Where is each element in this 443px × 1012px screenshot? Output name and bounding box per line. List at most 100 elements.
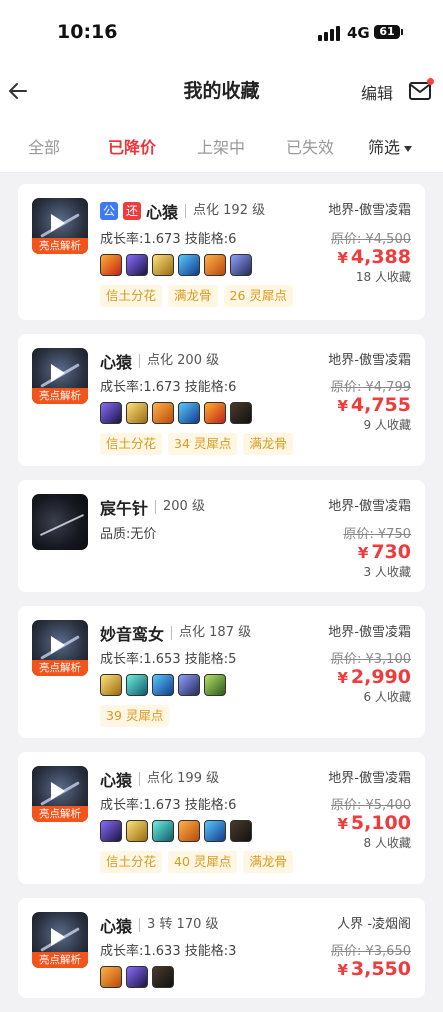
item-name: 心猿 bbox=[146, 203, 179, 222]
feature-chip: 26 灵犀点 bbox=[223, 285, 293, 307]
item-name: 心猿 bbox=[100, 353, 133, 372]
skill-fire-icon bbox=[100, 254, 122, 276]
skill-orange-icon bbox=[178, 820, 200, 842]
skill-blue-icon bbox=[152, 674, 174, 696]
feature-chips: 39 灵犀点 bbox=[100, 705, 170, 727]
item-attributes: 成长率:1.673 技能格:6 bbox=[100, 380, 237, 395]
favorite-count: 8 人收藏 bbox=[363, 836, 411, 850]
item-title-row: 公还心猿 点化 192 级 bbox=[100, 199, 265, 223]
item-level: 点化 192 级 bbox=[185, 204, 265, 218]
item-title-row: 心猿 3 转 170 级 bbox=[100, 913, 219, 937]
tab-on-sale[interactable]: 上架中 bbox=[197, 134, 245, 158]
skill-icons bbox=[100, 402, 252, 424]
item-name: 宸午针 bbox=[100, 499, 149, 518]
skill-storm-icon bbox=[230, 254, 252, 276]
skill-cyan-icon bbox=[152, 820, 174, 842]
skill-cyan-icon bbox=[126, 674, 148, 696]
tab-bar: 全部 已降价 上架中 已失效 筛选 bbox=[0, 118, 443, 173]
item-name: 心猿 bbox=[100, 771, 133, 790]
highlight-badge: 亮点解析 bbox=[32, 952, 88, 968]
favorites-list: 亮点解析公还心猿 点化 192 级成长率:1.673 技能格:6 信土分花 满龙骨 26… bbox=[18, 184, 425, 1012]
listing-card[interactable]: 亮点解析 心猿 3 转 170 级成长率:1.633 技能格:3 人界 -凌烟阁 原价:… bbox=[18, 898, 425, 998]
skill-icons bbox=[100, 674, 226, 696]
current-price: ¥4,755 bbox=[337, 394, 411, 416]
server-name: 地界-傲雪凌霜 bbox=[328, 625, 411, 640]
play-icon bbox=[51, 636, 65, 654]
feature-chip: 满龙骨 bbox=[243, 851, 293, 873]
tab-price-drop[interactable]: 已降价 bbox=[108, 134, 156, 158]
item-thumbnail[interactable]: 亮点解析 bbox=[32, 766, 88, 822]
battery-icon: 61 bbox=[374, 25, 403, 39]
item-attributes: 成长率:1.673 技能格:6 bbox=[100, 798, 237, 813]
listing-card[interactable]: 亮点解析 心猿 点化 200 级成长率:1.673 技能格:6 信土分花 34 灵犀点满… bbox=[18, 334, 425, 466]
item-attributes: 成长率:1.653 技能格:5 bbox=[100, 652, 237, 667]
skill-star-icon bbox=[126, 254, 148, 276]
skill-icons bbox=[100, 966, 174, 988]
highlight-badge: 亮点解析 bbox=[32, 238, 88, 254]
current-price: ¥4,388 bbox=[337, 246, 411, 268]
listing-card[interactable]: 亮点解析 心猿 点化 199 级成长率:1.673 技能格:6 信土分花 40 灵犀点满… bbox=[18, 752, 425, 884]
skill-dark-icon bbox=[230, 820, 252, 842]
status-bar: 10:16 4G 61 bbox=[0, 0, 443, 64]
skill-fire-icon bbox=[204, 402, 226, 424]
original-price: 原价: ¥750 bbox=[343, 527, 411, 542]
skill-storm-icon bbox=[178, 674, 200, 696]
skill-orange-icon bbox=[204, 254, 226, 276]
nav-bar: 我的收藏 编辑 bbox=[0, 64, 443, 118]
item-level: 200 级 bbox=[155, 500, 205, 514]
feature-chips: 信土分花 满龙骨 26 灵犀点 bbox=[100, 285, 293, 307]
listing-card[interactable]: 亮点解析 妙音鸾女 点化 187 级成长率:1.653 技能格:5 39 灵犀点 地界-… bbox=[18, 606, 425, 738]
original-price: 原价: ¥3,650 bbox=[331, 944, 411, 959]
item-title-row: 宸午针 200 级 bbox=[100, 495, 205, 519]
favorite-count: 18 人收藏 bbox=[355, 270, 411, 284]
highlight-badge: 亮点解析 bbox=[32, 388, 88, 404]
item-title-row: 心猿 点化 200 级 bbox=[100, 349, 219, 373]
highlight-badge: 亮点解析 bbox=[32, 660, 88, 676]
skill-star-icon bbox=[100, 402, 122, 424]
favorite-count: 6 人收藏 bbox=[363, 690, 411, 704]
play-icon bbox=[51, 214, 65, 232]
tab-all[interactable]: 全部 bbox=[28, 134, 60, 158]
item-thumbnail[interactable]: 亮点解析 bbox=[32, 198, 88, 254]
tab-expired[interactable]: 已失效 bbox=[286, 134, 334, 158]
listing-card[interactable]: 亮点解析公还心猿 点化 192 级成长率:1.673 技能格:6 信土分花 满龙骨 26… bbox=[18, 184, 425, 320]
favorite-count: 9 人收藏 bbox=[363, 418, 411, 432]
current-price: ¥2,990 bbox=[337, 666, 411, 688]
skill-blue-icon bbox=[178, 402, 200, 424]
filter-label: 筛选 bbox=[368, 138, 401, 157]
tag-badge: 公 bbox=[100, 202, 118, 220]
skill-dark-icon bbox=[230, 402, 252, 424]
feature-chips: 信土分花 40 灵犀点 满龙骨 bbox=[100, 851, 293, 873]
server-name: 地界-傲雪凌霜 bbox=[328, 499, 411, 514]
item-thumbnail[interactable]: 亮点解析 bbox=[32, 620, 88, 676]
item-thumbnail[interactable]: 亮点解析 bbox=[32, 348, 88, 404]
item-attributes: 成长率:1.673 技能格:6 bbox=[100, 232, 237, 247]
skill-gold-icon bbox=[126, 402, 148, 424]
item-title-row: 妙音鸾女 点化 187 级 bbox=[100, 621, 251, 645]
tab-filter[interactable]: 筛选 bbox=[368, 134, 413, 158]
listing-card[interactable]: 宸午针 200 级品质:无价 地界-傲雪凌霜原价: ¥750 ¥730 3 人收藏 bbox=[18, 480, 425, 592]
skill-star-icon bbox=[100, 820, 122, 842]
play-icon bbox=[51, 782, 65, 800]
signal-icon bbox=[318, 26, 340, 41]
feature-chip: 39 灵犀点 bbox=[100, 705, 170, 727]
edit-button[interactable]: 编辑 bbox=[361, 80, 393, 104]
skill-icons bbox=[100, 254, 252, 276]
skill-blue-icon bbox=[178, 254, 200, 276]
skill-gold-icon bbox=[100, 674, 122, 696]
feature-chip: 满龙骨 bbox=[243, 433, 293, 455]
current-price: ¥730 bbox=[357, 541, 411, 563]
caret-down-icon bbox=[404, 145, 413, 152]
item-attributes: 品质:无价 bbox=[100, 527, 157, 542]
item-level: 点化 200 级 bbox=[139, 354, 219, 368]
current-price: ¥3,550 bbox=[337, 958, 411, 980]
play-icon bbox=[51, 364, 65, 382]
original-price: 原价: ¥4,799 bbox=[331, 380, 411, 395]
favorite-count: 3 人收藏 bbox=[363, 565, 411, 579]
original-price: 原价: ¥3,100 bbox=[331, 652, 411, 667]
item-attributes: 成长率:1.633 技能格:3 bbox=[100, 944, 237, 959]
feature-chip: 信土分花 bbox=[100, 433, 163, 455]
notification-dot bbox=[427, 78, 434, 85]
item-thumbnail[interactable] bbox=[32, 494, 88, 550]
status-time: 10:16 bbox=[57, 21, 118, 43]
